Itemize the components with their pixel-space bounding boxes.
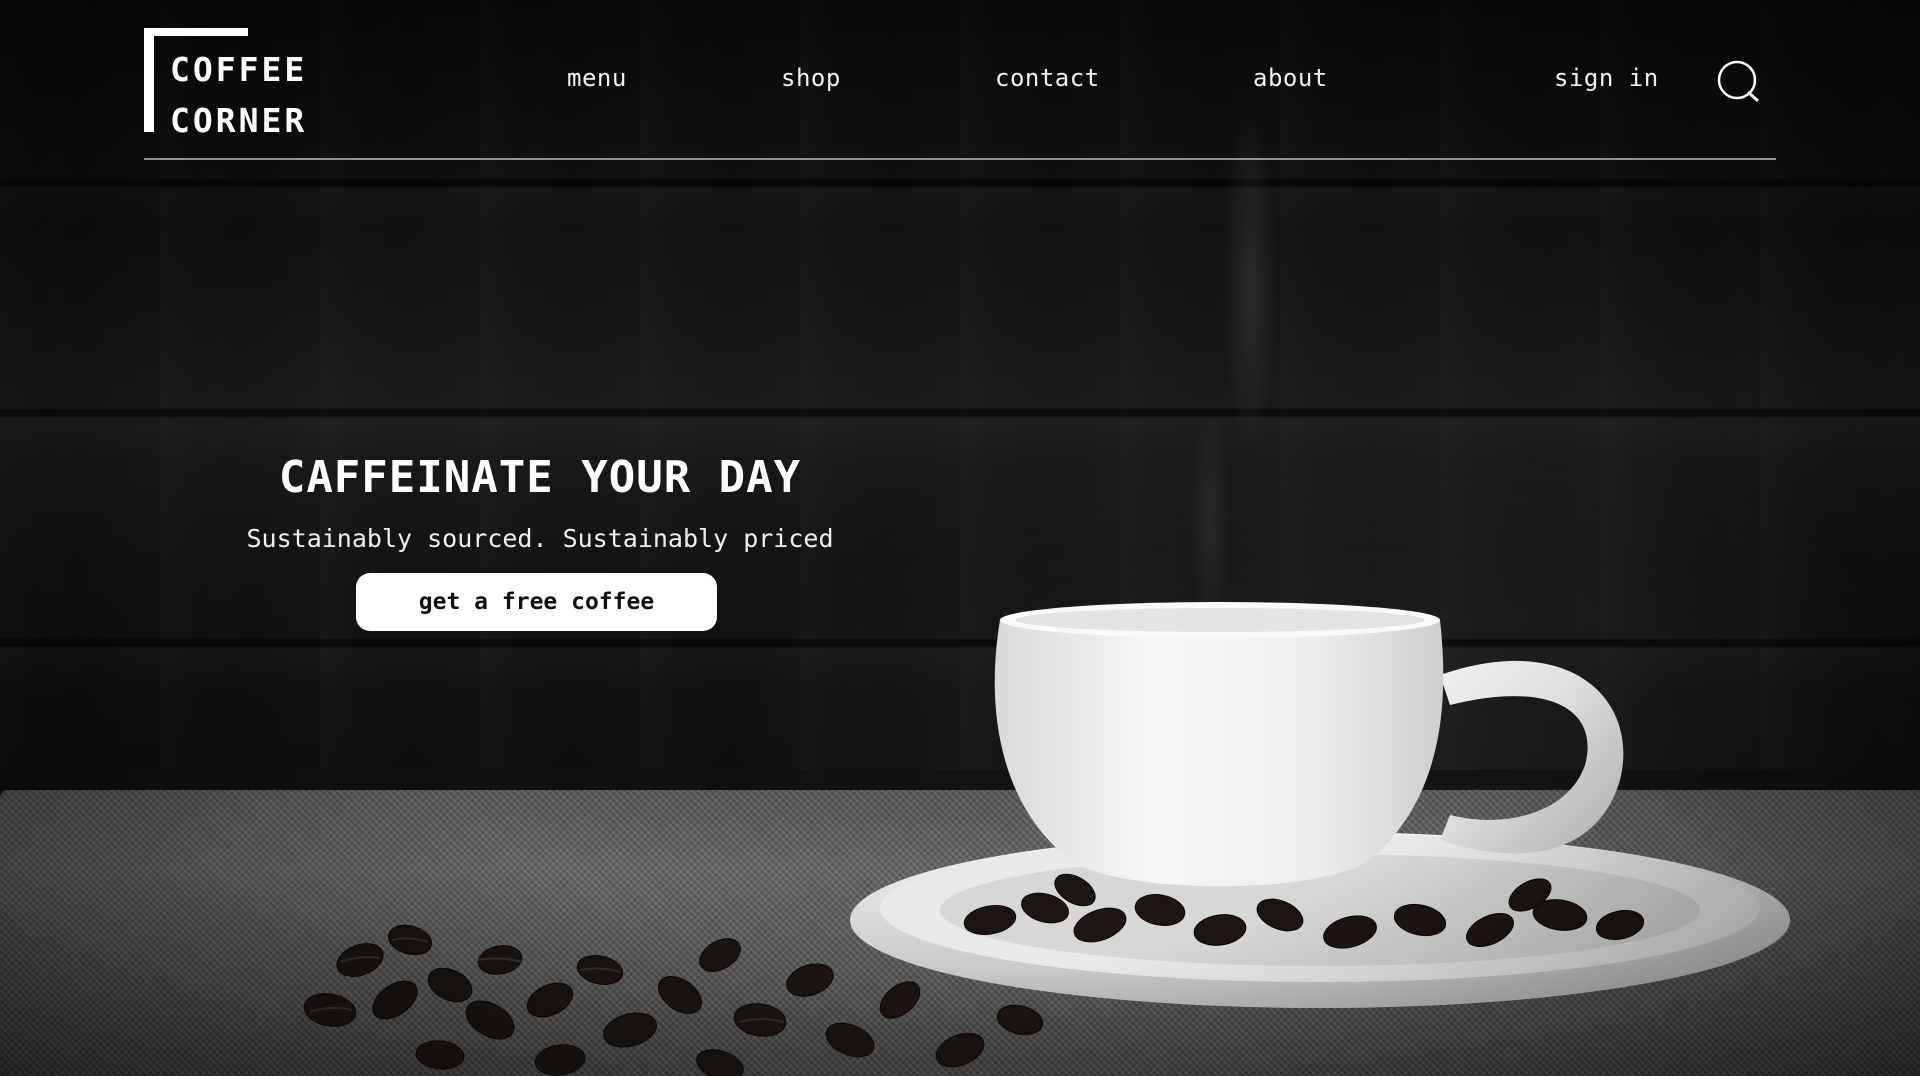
nav-link-about[interactable]: about: [1253, 64, 1328, 92]
hero-subtitle: Sustainably sourced. Sustainably priced: [246, 524, 834, 553]
hero-title: CAFFEINATE YOUR DAY: [278, 452, 802, 503]
search-icon[interactable]: [1717, 60, 1761, 104]
sign-in-link[interactable]: sign in: [1554, 64, 1659, 92]
logo-line-1: COFFEE: [170, 50, 308, 89]
free-coffee-button[interactable]: get a free coffee: [356, 573, 717, 631]
logo-text: COFFEE CORNER: [170, 44, 307, 146]
nav-link-menu[interactable]: menu: [567, 64, 627, 92]
logo[interactable]: COFFEE CORNER: [144, 28, 344, 140]
coffee-cup-image: [850, 602, 1790, 1008]
nav-link-contact[interactable]: contact: [995, 64, 1100, 92]
landing-page: COFFEE CORNER menu shop contact about si…: [0, 0, 1920, 1076]
site-header: COFFEE CORNER menu shop contact about si…: [144, 0, 1776, 160]
logo-line-2: CORNER: [170, 101, 308, 140]
nav-link-shop[interactable]: shop: [781, 64, 841, 92]
